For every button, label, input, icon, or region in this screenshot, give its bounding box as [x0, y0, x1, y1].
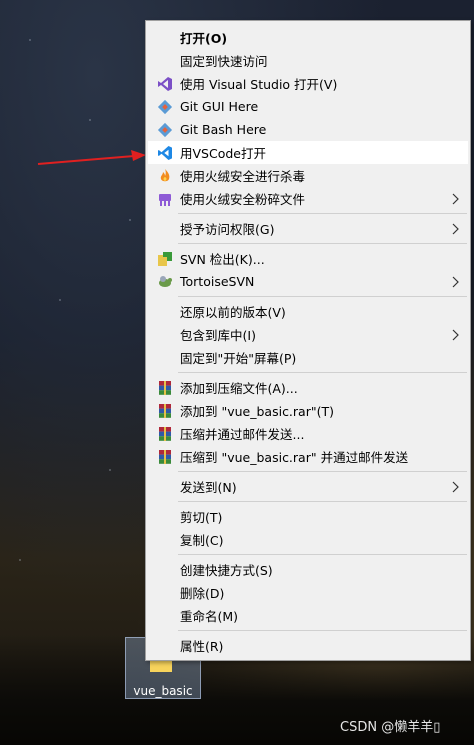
menu-item-label: 剪切(T)	[180, 510, 223, 525]
huorong-flame-icon	[156, 167, 173, 184]
menu-separator	[178, 296, 467, 297]
winrar-icon	[156, 379, 173, 396]
menu-item-properties[interactable]: 属性(R)	[148, 634, 468, 657]
menu-item-tortoisesvn[interactable]: TortoiseSVN	[148, 270, 468, 293]
huorong-shredder-icon	[156, 190, 173, 207]
menu-separator	[178, 372, 467, 373]
tortoisesvn-icon	[156, 273, 173, 290]
menu-item-label: 添加到压缩文件(A)...	[180, 381, 298, 396]
chevron-right-icon	[452, 223, 459, 234]
red-arrow-annotation	[37, 150, 146, 165]
menu-item-send-to[interactable]: 发送到(N)	[148, 475, 468, 498]
winrar-icon	[156, 402, 173, 419]
menu-separator	[178, 630, 467, 631]
chevron-right-icon	[452, 193, 459, 204]
menu-item-open-vscode[interactable]: 用VSCode打开	[148, 141, 468, 164]
winrar-icon	[156, 425, 173, 442]
menu-item-compress-and-email[interactable]: 压缩并通过邮件发送...	[148, 422, 468, 445]
menu-item-copy[interactable]: 复制(C)	[148, 528, 468, 551]
menu-item-add-to-rar[interactable]: 添加到 "vue_basic.rar"(T)	[148, 399, 468, 422]
menu-item-label: 固定到快速访问	[180, 54, 268, 69]
context-menu: 打开(O) 固定到快速访问 使用 Visual Studio 打开(V) Git…	[145, 20, 471, 661]
menu-item-label: SVN 检出(K)...	[180, 252, 265, 267]
menu-item-add-to-archive[interactable]: 添加到压缩文件(A)...	[148, 376, 468, 399]
menu-item-label: 用VSCode打开	[180, 146, 266, 161]
menu-item-huorong-scan[interactable]: 使用火绒安全进行杀毒	[148, 164, 468, 187]
menu-item-pin-to-start[interactable]: 固定到"开始"屏幕(P)	[148, 346, 468, 369]
vscode-icon	[156, 144, 173, 161]
menu-item-label: 包含到库中(I)	[180, 328, 256, 343]
menu-item-git-gui[interactable]: Git GUI Here	[148, 95, 468, 118]
menu-item-label: 压缩到 "vue_basic.rar" 并通过邮件发送	[180, 450, 409, 465]
menu-item-svn-checkout[interactable]: SVN 检出(K)...	[148, 247, 468, 270]
chevron-right-icon	[452, 329, 459, 340]
menu-item-include-in-library[interactable]: 包含到库中(I)	[148, 323, 468, 346]
menu-item-label: 发送到(N)	[180, 480, 237, 495]
menu-item-label: 使用 Visual Studio 打开(V)	[180, 77, 338, 92]
menu-item-label: 复制(C)	[180, 533, 224, 548]
menu-item-label: 创建快捷方式(S)	[180, 563, 273, 578]
menu-item-label: 还原以前的版本(V)	[180, 305, 286, 320]
menu-item-label: Git GUI Here	[180, 99, 259, 114]
svn-checkout-icon	[156, 250, 173, 267]
menu-separator	[178, 243, 467, 244]
menu-item-label: 压缩并通过邮件发送...	[180, 427, 305, 442]
menu-item-git-bash[interactable]: Git Bash Here	[148, 118, 468, 141]
menu-item-cut[interactable]: 剪切(T)	[148, 505, 468, 528]
menu-separator	[178, 213, 467, 214]
csdn-watermark: CSDN @懒羊羊▯	[340, 720, 441, 735]
menu-item-label: 打开(O)	[180, 31, 228, 46]
menu-item-delete[interactable]: 删除(D)	[148, 581, 468, 604]
menu-item-label: 固定到"开始"屏幕(P)	[180, 351, 297, 366]
chevron-right-icon	[452, 481, 459, 492]
menu-item-compress-to-rar-and-email[interactable]: 压缩到 "vue_basic.rar" 并通过邮件发送	[148, 445, 468, 468]
menu-item-open[interactable]: 打开(O)	[148, 26, 468, 49]
menu-item-rename[interactable]: 重命名(M)	[148, 604, 468, 627]
menu-item-label: 属性(R)	[180, 639, 224, 654]
git-bash-icon	[156, 121, 173, 138]
git-gui-icon	[156, 98, 173, 115]
menu-item-grant-access[interactable]: 授予访问权限(G)	[148, 217, 468, 240]
winrar-icon	[156, 448, 173, 465]
menu-item-open-visual-studio[interactable]: 使用 Visual Studio 打开(V)	[148, 72, 468, 95]
menu-item-label: TortoiseSVN	[180, 274, 255, 289]
menu-item-label: 重命名(M)	[180, 609, 239, 624]
chevron-right-icon	[452, 276, 459, 287]
visual-studio-icon	[156, 75, 173, 92]
menu-separator	[178, 471, 467, 472]
menu-item-label: 授予访问权限(G)	[180, 222, 275, 237]
menu-item-label: 删除(D)	[180, 586, 225, 601]
folder-label: vue_basic	[133, 684, 193, 698]
menu-item-label: 使用火绒安全进行杀毒	[180, 169, 306, 184]
menu-item-label: 使用火绒安全粉碎文件	[180, 192, 306, 207]
menu-item-huorong-shred[interactable]: 使用火绒安全粉碎文件	[148, 187, 468, 210]
menu-item-create-shortcut[interactable]: 创建快捷方式(S)	[148, 558, 468, 581]
menu-separator	[178, 554, 467, 555]
menu-item-label: Git Bash Here	[180, 122, 267, 137]
menu-item-label: 添加到 "vue_basic.rar"(T)	[180, 404, 334, 419]
menu-item-pin-quick-access[interactable]: 固定到快速访问	[148, 49, 468, 72]
menu-item-restore-versions[interactable]: 还原以前的版本(V)	[148, 300, 468, 323]
menu-separator	[178, 501, 467, 502]
